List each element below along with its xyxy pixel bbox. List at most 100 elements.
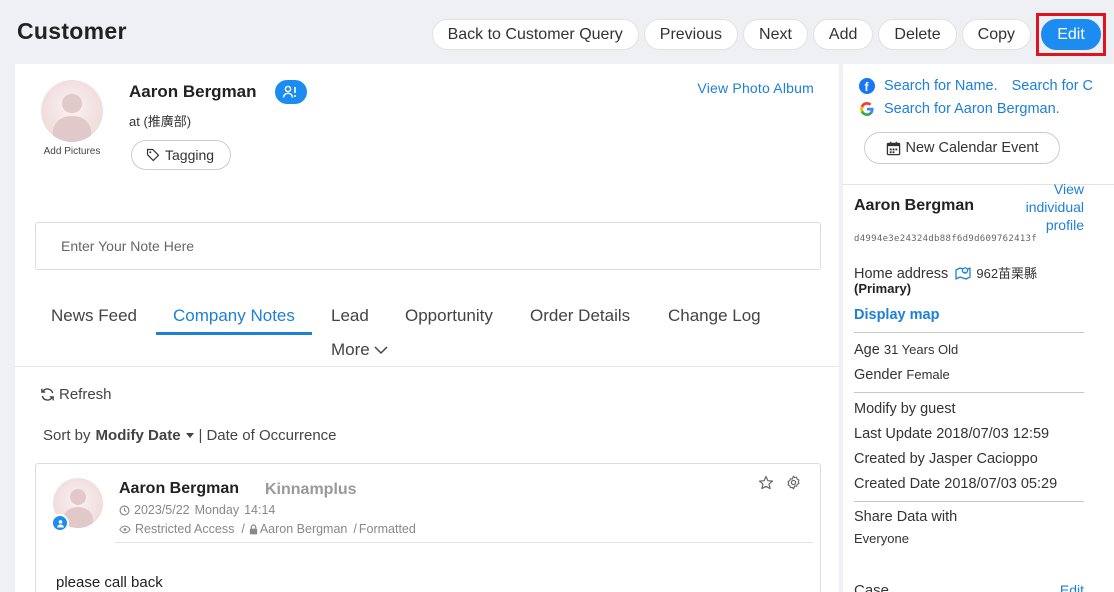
eye-icon — [119, 525, 131, 533]
tabs-divider — [15, 366, 839, 367]
more-label: More — [331, 340, 370, 359]
created-by: Created by Jasper Cacioppo — [854, 451, 1038, 467]
refresh-button[interactable]: Refresh — [40, 386, 112, 403]
chevron-down-icon — [374, 345, 388, 354]
post-author[interactable]: Aaron Bergman — [119, 480, 239, 498]
side-panel: f Search for Name. Search for C Search f… — [843, 64, 1114, 592]
tab-opportunity[interactable]: Opportunity — [405, 306, 493, 326]
tab-news-feed[interactable]: News Feed — [51, 306, 137, 326]
customer-id: d4994e3e24324db88f6d9d609762413f — [854, 234, 1037, 244]
tagging-label: Tagging — [165, 147, 215, 163]
lock-icon — [249, 523, 258, 534]
access-level[interactable]: Restricted Access — [135, 522, 234, 536]
sort-controls: Sort by Modify Date | Date of Occurrence — [43, 427, 337, 444]
age-value: 31 Years Old — [883, 342, 959, 357]
google-search-row: Search for Aaron Bergman. — [858, 100, 1060, 117]
section-divider — [854, 332, 1084, 333]
caret-down-icon — [185, 433, 194, 438]
tab-change-log[interactable]: Change Log — [668, 306, 761, 326]
modify-by: Modify by guest — [854, 401, 956, 417]
case-section-title: Case — [854, 582, 890, 592]
meta-separator: / — [353, 522, 357, 536]
clock-icon — [119, 505, 130, 515]
post-date: 2023/5/22 — [134, 503, 190, 517]
post-owner: Aaron Bergman — [259, 522, 348, 536]
display-map-link[interactable]: Display map — [854, 307, 939, 323]
home-address-value: 962苗栗縣 — [976, 266, 1038, 281]
contact-type-icon[interactable] — [275, 80, 307, 104]
google-icon — [858, 100, 875, 117]
age-field: Age 31 Years Old — [854, 342, 958, 358]
google-search-link[interactable]: Search for Aaron Bergman. — [884, 101, 1060, 117]
post-time: 14:14 — [244, 503, 276, 517]
new-calendar-event-button[interactable]: New Calendar Event — [864, 132, 1060, 164]
sort-separator: | — [198, 427, 203, 444]
gender-field: Gender Female — [854, 367, 950, 383]
post-body: please call back — [56, 574, 163, 591]
page-title: Customer — [17, 18, 127, 44]
view-photo-album-link[interactable]: View Photo Album — [697, 80, 814, 96]
main-panel: Add Pictures Aaron Bergman at (推廣部) Tagg… — [15, 64, 839, 592]
tab-bar: News Feed Company Notes Lead Opportunity… — [15, 296, 839, 366]
post-format: Formatted — [358, 522, 416, 536]
tag-icon — [146, 148, 160, 162]
add-pictures-link[interactable]: Add Pictures — [41, 146, 103, 158]
search-name-link[interactable]: Search for Name. — [884, 78, 998, 94]
tagging-button[interactable]: Tagging — [131, 140, 232, 170]
view-individual-profile-link[interactable]: View individual profile — [994, 180, 1084, 234]
facebook-search-row: f Search for Name. Search for C — [858, 77, 1093, 94]
profile-avatar[interactable] — [41, 80, 103, 142]
previous-button[interactable]: Previous — [643, 19, 739, 50]
copy-button[interactable]: Copy — [961, 19, 1031, 50]
calendar-icon — [886, 141, 900, 155]
gender-label: Gender — [854, 367, 903, 383]
customer-department: at (推廣部) — [129, 114, 192, 129]
more-tabs-dropdown[interactable]: More — [331, 340, 388, 360]
side-customer-name: Aaron Bergman — [854, 197, 975, 214]
post-timestamp: 2023/5/22 Monday 14:14 — [119, 503, 275, 517]
note-input[interactable]: Enter Your Note Here — [35, 222, 821, 270]
sort-modify-date-option[interactable]: Modify Date — [96, 427, 181, 444]
edit-button[interactable]: Edit — [1041, 19, 1101, 50]
star-icon[interactable] — [758, 475, 774, 496]
refresh-icon — [41, 388, 54, 401]
map-icon[interactable] — [955, 266, 971, 280]
note-card: Aaron Bergman Kinnamplus 2023/5/22 Monda… — [35, 463, 821, 592]
active-tab-indicator — [156, 332, 312, 335]
meta-separator: / — [241, 522, 245, 536]
sort-occurrence-option[interactable]: Date of Occurrence — [206, 427, 336, 444]
primary-label: (Primary) — [854, 281, 912, 296]
add-button[interactable]: Add — [812, 19, 874, 50]
section-divider — [854, 392, 1084, 393]
section-divider — [854, 501, 1084, 502]
post-weekday: Monday — [194, 503, 240, 517]
back-to-query-button[interactable]: Back to Customer Query — [431, 19, 639, 50]
tab-lead[interactable]: Lead — [331, 306, 369, 326]
facebook-icon: f — [858, 77, 875, 94]
tab-company-notes[interactable]: Company Notes — [173, 306, 295, 326]
post-access-info: Restricted Access / Aaron Bergman / Form… — [119, 522, 416, 536]
tab-order-details[interactable]: Order Details — [530, 306, 630, 326]
age-label: Age — [854, 342, 880, 358]
delete-button[interactable]: Delete — [878, 19, 957, 50]
next-button[interactable]: Next — [743, 19, 808, 50]
customer-name: Aaron Bergman — [129, 82, 257, 101]
gender-value: Female — [906, 367, 950, 382]
case-edit-link[interactable]: Edit — [1060, 582, 1084, 592]
share-data-label: Share Data with — [854, 509, 958, 525]
search-for-link[interactable]: Search for C — [1012, 78, 1093, 94]
gear-icon[interactable] — [786, 475, 801, 495]
edit-highlight: Edit — [1036, 13, 1106, 56]
user-badge-icon — [51, 514, 69, 532]
toolbar: Back to Customer Query Previous Next Add… — [427, 13, 1106, 56]
created-date: Created Date 2018/07/03 05:29 — [854, 476, 1058, 492]
share-data-value: Everyone — [854, 531, 909, 546]
new-calendar-label: New Calendar Event — [905, 140, 1039, 156]
card-divider — [115, 542, 813, 543]
home-address-label: Home address — [854, 266, 949, 282]
home-address: Home address 962苗栗縣 — [854, 263, 1037, 282]
post-company[interactable]: Kinnamplus — [265, 481, 357, 499]
last-update: Last Update 2018/07/03 12:59 — [854, 426, 1050, 442]
sort-by-label: Sort by — [43, 427, 91, 444]
refresh-label: Refresh — [59, 386, 112, 403]
